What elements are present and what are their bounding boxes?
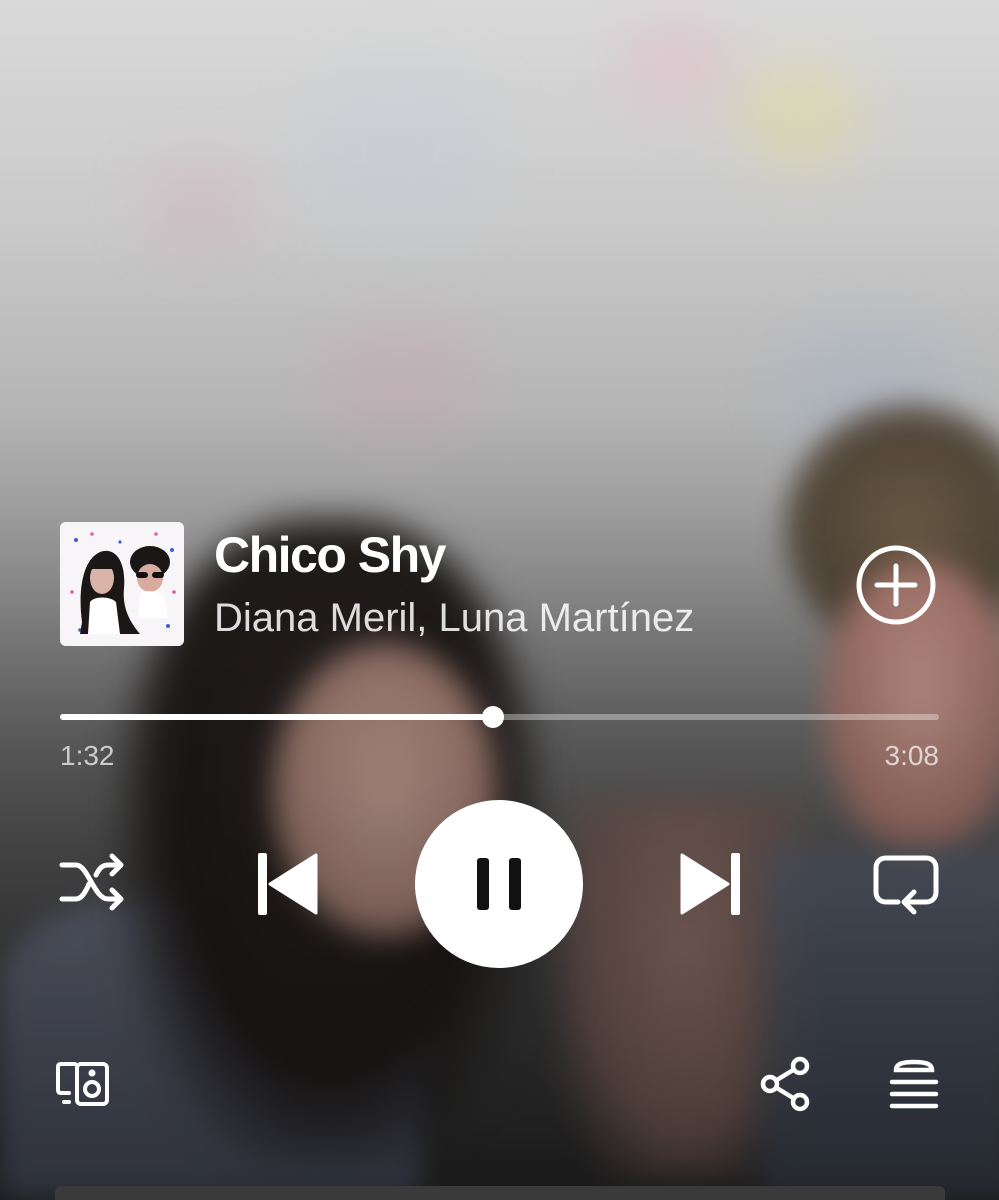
play-pause-button[interactable] — [415, 800, 583, 968]
track-artists[interactable]: Diana Meril, Luna Martínez — [214, 596, 694, 641]
connect-devices-button[interactable] — [55, 1060, 111, 1108]
shuffle-button[interactable] — [58, 851, 128, 913]
queue-button[interactable] — [888, 1058, 940, 1110]
previous-button[interactable] — [254, 849, 320, 919]
shuffle-icon — [59, 853, 124, 911]
pause-icon — [477, 858, 521, 910]
album-art[interactable] — [60, 522, 184, 646]
album-art-image — [60, 522, 184, 646]
add-to-library-button[interactable] — [855, 544, 937, 626]
elapsed-time: 1:32 — [60, 740, 115, 771]
now-playing-screen: Chico Shy Diana Meril, Luna Martínez 1:3… — [0, 0, 999, 1200]
queue-icon — [889, 1059, 939, 1109]
skip-next-icon — [680, 853, 740, 915]
skip-previous-icon — [258, 853, 318, 915]
progress-fill — [60, 714, 494, 720]
share-button[interactable] — [758, 1056, 814, 1112]
repeat-button[interactable] — [872, 852, 940, 916]
total-duration: 3:08 — [884, 740, 940, 771]
connect-devices-icon — [56, 1062, 109, 1106]
track-title[interactable]: Chico Shy — [214, 526, 446, 584]
share-icon — [760, 1056, 810, 1112]
next-button[interactable] — [678, 849, 744, 919]
plus-circle-icon — [856, 545, 936, 625]
repeat-icon — [873, 855, 939, 915]
progress-bar[interactable] — [60, 706, 939, 728]
